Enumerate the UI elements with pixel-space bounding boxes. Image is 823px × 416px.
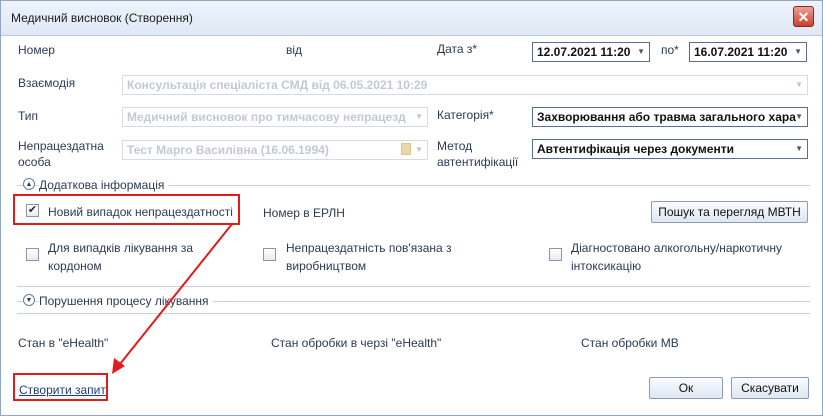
annotation-arrow [112,223,233,374]
